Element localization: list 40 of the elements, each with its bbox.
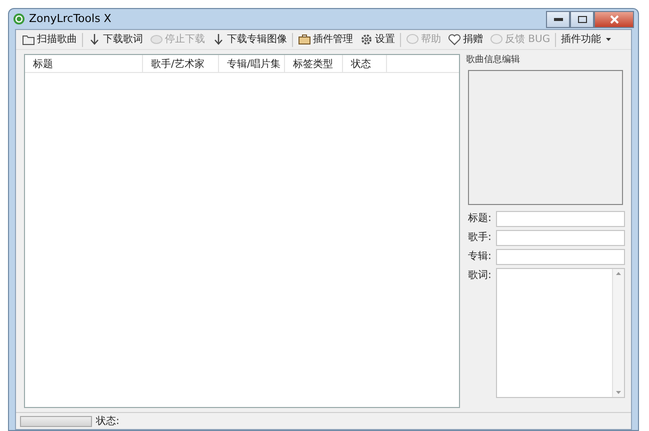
scroll-up-icon[interactable]: [616, 272, 621, 274]
down-arrow-icon: [88, 33, 101, 46]
field-label: 专辑:: [468, 250, 492, 264]
toolbar-button[interactable]: 下载专辑图像: [210, 32, 289, 47]
close-button[interactable]: [594, 10, 634, 28]
column-header[interactable]: 状态: [343, 55, 387, 72]
heart-icon: [448, 33, 461, 46]
status-label: 状态:: [96, 414, 120, 428]
column-header[interactable]: 标签类型: [285, 55, 343, 72]
song-list[interactable]: 标题 歌手/艺术家 专辑/唱片集 标签类型 状态: [24, 54, 460, 408]
minimize-icon: [554, 18, 562, 20]
folder-icon: [22, 33, 35, 46]
input-field[interactable]: [496, 230, 625, 246]
column-header[interactable]: 专辑/唱片集: [219, 55, 285, 72]
toolbar-button[interactable]: 插件管理: [296, 32, 355, 47]
field-label: 歌词:: [468, 268, 492, 282]
caret-icon: [606, 38, 612, 41]
column-header[interactable]: 标题: [25, 55, 143, 72]
toolbar-button[interactable]: 设置: [358, 32, 397, 47]
column-header[interactable]: 歌手/艺术家: [143, 55, 219, 72]
lyrics-text-area[interactable]: [496, 268, 625, 398]
maximize-icon: [578, 16, 586, 22]
app-icon: [13, 13, 25, 25]
field-label: 歌手:: [468, 230, 492, 244]
close-icon: [610, 14, 618, 24]
group-title: 歌曲信息编辑: [466, 54, 521, 67]
window-title: ZonyLrcTools X: [29, 10, 112, 27]
field-label: 标题:: [468, 212, 492, 226]
toolbar-button[interactable]: 扫描歌曲: [20, 32, 79, 47]
gear-icon: [360, 33, 373, 46]
toolbar-button[interactable]: 下载歌词: [86, 32, 145, 47]
input-field[interactable]: [496, 248, 625, 264]
input-field[interactable]: [496, 210, 625, 226]
scroll-down-icon[interactable]: [616, 390, 621, 394]
minimize-button[interactable]: [546, 10, 570, 28]
maximize-button[interactable]: [570, 10, 594, 28]
down-arrow-icon: [212, 33, 225, 46]
briefcase-icon: [298, 33, 311, 46]
toolbar-button[interactable]: 插件功能: [559, 32, 614, 47]
toolbar-button[interactable]: 捐赠: [446, 32, 485, 47]
